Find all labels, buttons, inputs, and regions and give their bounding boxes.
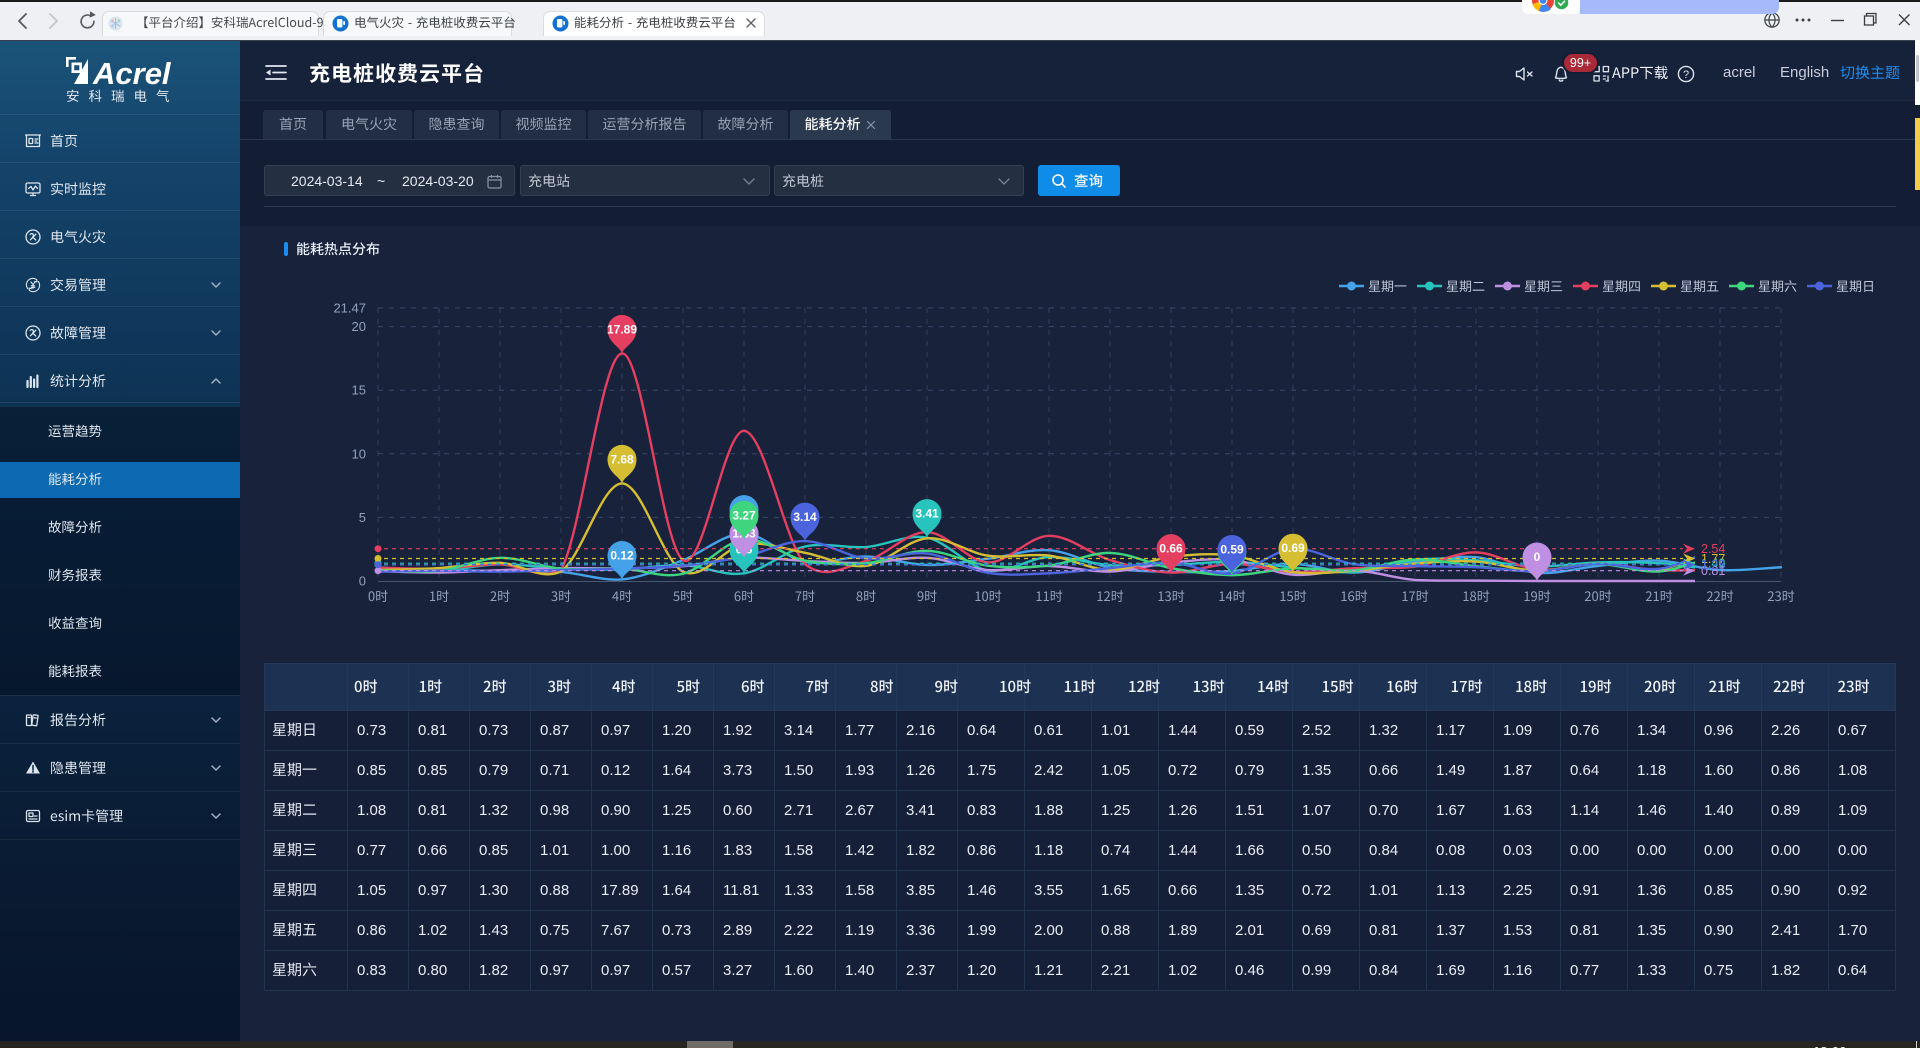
svg-text:15: 15 (352, 383, 366, 398)
svg-text:7.68: 7.68 (610, 452, 634, 466)
svg-text:3.41: 3.41 (915, 507, 939, 521)
svg-text:3.27: 3.27 (732, 508, 756, 522)
svg-text:1.28: 1.28 (1701, 558, 1725, 572)
svg-text:10: 10 (352, 446, 366, 461)
svg-text:3.14: 3.14 (793, 510, 817, 524)
svg-text:0.12: 0.12 (610, 549, 634, 563)
svg-text:17.89: 17.89 (607, 322, 637, 336)
svg-text:0.66: 0.66 (1159, 542, 1183, 556)
svg-text:0: 0 (359, 574, 366, 589)
svg-text:?: ? (1683, 69, 1689, 81)
svg-text:20: 20 (352, 319, 366, 334)
svg-text:5: 5 (359, 510, 366, 525)
svg-text:0.69: 0.69 (1281, 541, 1305, 555)
svg-text:0: 0 (1534, 550, 1541, 564)
svg-text:0.59: 0.59 (1220, 543, 1244, 557)
svg-text:21.47: 21.47 (333, 300, 366, 315)
